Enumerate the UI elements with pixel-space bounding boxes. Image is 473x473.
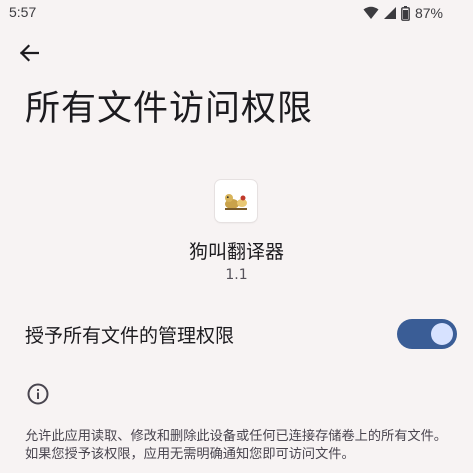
battery-icon [401,5,410,21]
app-version: 1.1 [225,267,248,283]
arrow-left-icon [19,44,40,66]
info-description: 允许此应用读取、修改和删除此设备或任何已连接存储卷上的所有文件。如果您授予该权限… [25,429,447,462]
app-name: 狗叫翻译器 [188,241,284,263]
info-icon [26,382,50,406]
manage-all-files-label: 授予所有文件的管理权限 [25,325,235,347]
back-button[interactable] [12,40,46,70]
battery-percent: 87% [414,5,443,21]
app-icon [215,180,257,222]
screen: 5:57 87% 所有文件访问权限 狗叫翻译器 1.1 授予所有文件的管理权限 … [0,0,473,473]
manage-all-files-toggle-row[interactable]: 授予所有文件的管理权限 [0,312,473,356]
switch-thumb [431,323,453,345]
dog-translator-app-icon [225,194,247,210]
wifi-icon [363,6,379,20]
cellular-signal-icon [383,6,397,20]
status-time: 5:57 [9,4,37,20]
status-bar: 5:57 87% [0,0,473,26]
manage-all-files-switch[interactable] [397,319,457,349]
page-title: 所有文件访问权限 [25,89,314,129]
status-icons: 87% [363,4,443,22]
